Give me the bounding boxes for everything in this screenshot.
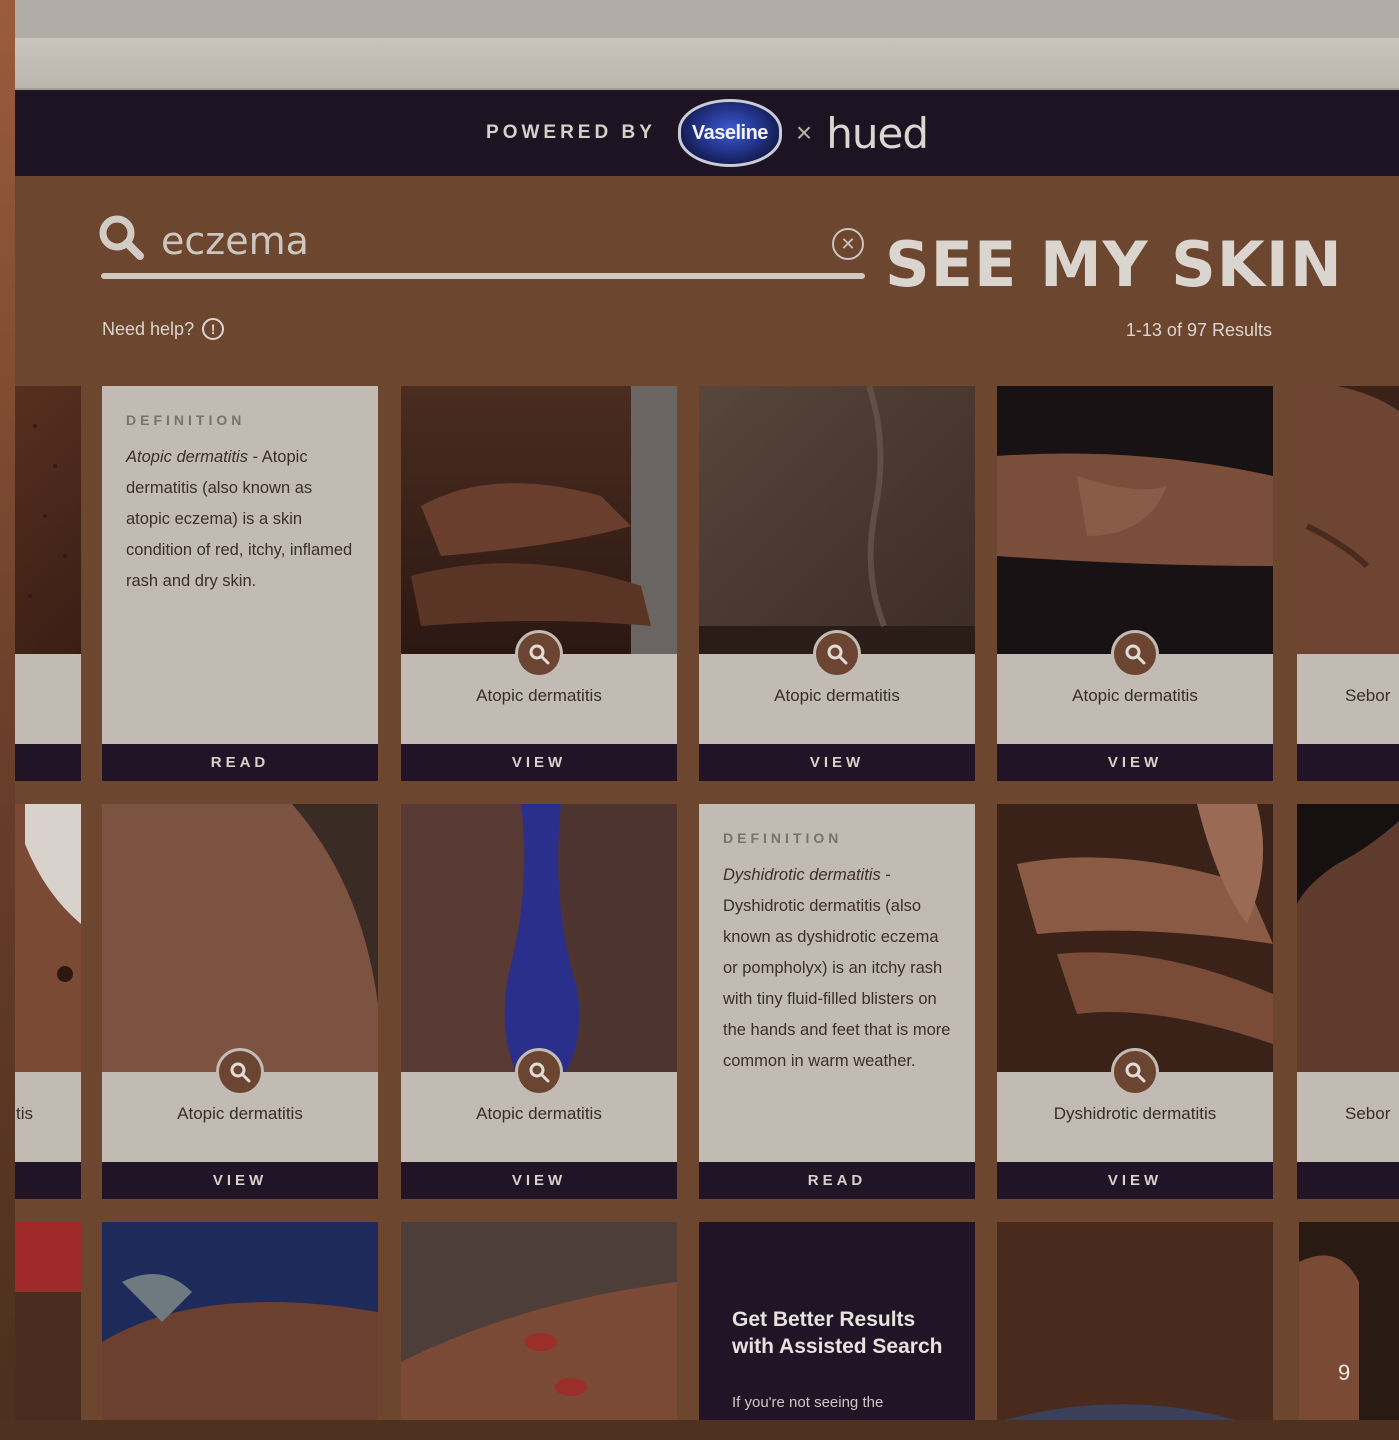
search-icon [230, 1062, 251, 1083]
result-card[interactable] [102, 1222, 378, 1420]
search-input[interactable] [161, 216, 821, 266]
skin-photo [997, 386, 1273, 654]
zoom-button[interactable] [813, 630, 861, 678]
see-my-skin-title: SEE MY SKIN [885, 228, 1343, 301]
card-label: Atopic dermatitis [774, 686, 900, 705]
card-label: Sebor [1345, 686, 1391, 705]
search-underline [101, 273, 865, 279]
skin-photo [1297, 804, 1399, 1072]
hued-logo[interactable]: hued [826, 109, 929, 158]
skin-photo [997, 804, 1273, 1072]
result-card-partial-left-2[interactable]: tis [15, 804, 81, 1199]
definition-term: Dyshidrotic dermatitis [723, 866, 881, 884]
skin-photo [1297, 386, 1399, 654]
info-icon: ! [202, 318, 225, 340]
skin-photo [15, 386, 81, 654]
assisted-search-promo[interactable]: Get Better Results with Assisted Search … [699, 1222, 975, 1420]
search-icon [529, 1062, 550, 1083]
view-button[interactable]: VIEW [401, 744, 677, 781]
definition-heading: DEFINITION [126, 412, 246, 428]
card-label: Atopic dermatitis [177, 1104, 303, 1123]
result-card[interactable]: Atopic dermatitis VIEW [401, 804, 677, 1199]
screen: POWERED BY Vaseline × hued ✕ SEE MY SKIN… [15, 0, 1399, 1420]
card-label: Sebor [1345, 1104, 1391, 1123]
search-area: ✕ SEE MY SKIN Need help? ! 1-13 of 97 Re… [15, 176, 1399, 376]
view-button[interactable]: VIEW [102, 1162, 378, 1199]
definition-text: Dyshidrotic dermatitis - Dyshidrotic der… [723, 860, 955, 1077]
need-help-link[interactable]: Need help? ! [102, 318, 225, 340]
skin-photo [401, 386, 677, 654]
skin-photo [699, 386, 975, 654]
search-icon [529, 644, 550, 665]
results-count: 1-13 of 97 Results [1125, 320, 1272, 340]
zoom-button[interactable] [216, 1048, 264, 1096]
read-button[interactable]: READ [102, 744, 378, 781]
search-icon [1125, 644, 1146, 665]
view-button[interactable]: VIEW [997, 1162, 1273, 1199]
slide-page-number: 9 [1338, 1360, 1351, 1385]
result-card[interactable]: Atopic dermatitis VIEW [401, 386, 677, 781]
zoom-button[interactable] [1111, 1048, 1159, 1096]
promo-title: Get Better Results with Assisted Search [732, 1308, 943, 1358]
card-label: Atopic dermatitis [1072, 686, 1198, 705]
search-icon [99, 215, 144, 260]
bottom-band [0, 1420, 1399, 1440]
definition-text: Atopic dermatitis - Atopic dermatitis (a… [126, 442, 358, 597]
definition-card-atopic[interactable]: DEFINITION Atopic dermatitis - Atopic de… [102, 386, 378, 781]
result-card[interactable]: Atopic dermatitis VIEW [997, 386, 1273, 781]
result-card-partial-right[interactable]: Sebor [1297, 386, 1399, 781]
read-button[interactable]: READ [699, 1162, 975, 1199]
definition-term: Atopic dermatitis [126, 448, 248, 466]
skin-photo [401, 1222, 677, 1420]
definition-card-dyshidrotic[interactable]: DEFINITION Dyshidrotic dermatitis - Dysh… [699, 804, 975, 1199]
powered-by-label: POWERED BY [486, 122, 656, 143]
need-help-label: Need help? [102, 318, 195, 339]
times-separator: × [795, 117, 813, 148]
promo-subtitle: If you're not seeing the [732, 1394, 884, 1411]
skin-photo [997, 1222, 1273, 1420]
definition-description: - Atopic dermatitis (also known as atopi… [126, 448, 353, 590]
view-button[interactable]: VIEW [401, 1162, 677, 1199]
result-card[interactable]: Atopic dermatitis VIEW [102, 804, 378, 1199]
vaseline-logo[interactable]: Vaseline [677, 99, 782, 167]
result-card-partial-left-3[interactable] [15, 1222, 81, 1420]
skin-photo [102, 1222, 378, 1420]
result-card-partial-left-1[interactable] [15, 386, 81, 781]
definition-description: - Dyshidrotic dermatitis (also known as … [723, 866, 951, 1070]
card-label: Atopic dermatitis [476, 1104, 602, 1123]
clear-search-button[interactable]: ✕ [832, 228, 864, 260]
view-button[interactable]: VIEW [997, 744, 1273, 781]
card-label: Atopic dermatitis [476, 686, 602, 705]
browser-toolbar [15, 38, 1399, 90]
card-footer[interactable] [1297, 744, 1399, 781]
view-button[interactable]: VIEW [699, 744, 975, 781]
browser-chrome [15, 0, 1399, 38]
card-label: tis [16, 1104, 33, 1123]
result-card[interactable]: Dyshidrotic dermatitis VIEW [997, 804, 1273, 1199]
result-card-partial-right[interactable] [1299, 1222, 1399, 1420]
skin-photo [15, 1222, 81, 1420]
card-footer[interactable] [15, 1162, 81, 1199]
definition-heading: DEFINITION [723, 830, 843, 846]
zoom-button[interactable] [1111, 630, 1159, 678]
search-icon [827, 644, 848, 665]
result-card-partial-right[interactable]: Sebor [1297, 804, 1399, 1199]
powered-by-banner: POWERED BY Vaseline × hued [15, 90, 1399, 176]
skin-photo [1299, 1222, 1399, 1420]
left-edge [0, 0, 15, 1440]
skin-photo [102, 804, 378, 1072]
card-footer[interactable] [1297, 1162, 1399, 1199]
close-icon: ✕ [840, 233, 856, 254]
result-card[interactable] [401, 1222, 677, 1420]
card-footer[interactable] [15, 744, 81, 781]
result-card[interactable]: Atopic dermatitis VIEW [699, 386, 975, 781]
card-label: Dyshidrotic dermatitis [1053, 1104, 1217, 1123]
search-icon [1125, 1062, 1146, 1083]
zoom-button[interactable] [515, 630, 563, 678]
zoom-button[interactable] [515, 1048, 563, 1096]
skin-photo [15, 804, 81, 1072]
skin-photo [401, 804, 677, 1072]
result-card[interactable] [997, 1222, 1273, 1420]
